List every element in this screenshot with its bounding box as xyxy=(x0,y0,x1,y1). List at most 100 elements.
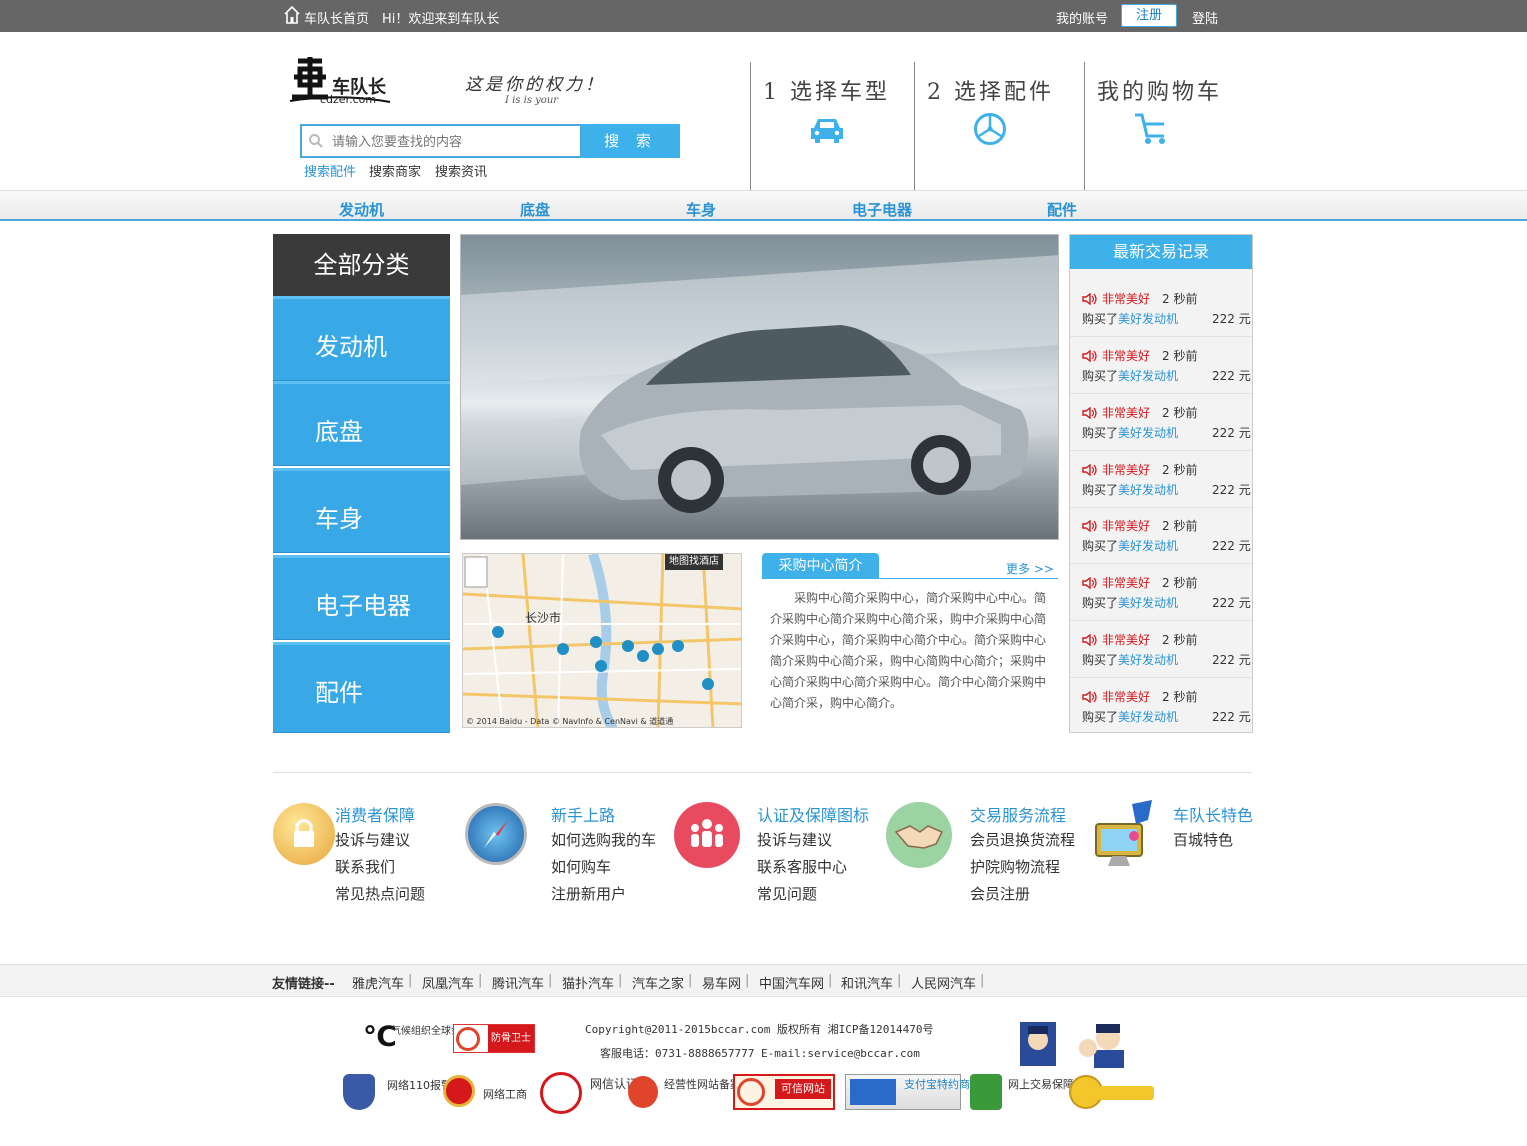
welcome-text: Hi！欢迎来到车队长 xyxy=(382,12,500,27)
transaction-user: 非常美好 xyxy=(1102,406,1151,420)
climate-org-badge[interactable]: ℃ 气候组织全球会员 xyxy=(363,1020,471,1054)
step-select-model[interactable]: 1 选择车型 xyxy=(750,62,914,190)
step-select-model-label: 1 选择车型 xyxy=(763,80,890,105)
step-select-parts[interactable]: 2 选择配件 xyxy=(914,62,1084,190)
service-link[interactable]: 投诉与建议 xyxy=(335,829,410,850)
transaction-row[interactable]: 非常美好 2 秒前 购买了美好发动机 222 元 xyxy=(1070,507,1252,564)
transaction-user: 非常美好 xyxy=(1102,463,1151,477)
transaction-bought: 购买了 xyxy=(1082,596,1119,610)
transaction-user: 非常美好 xyxy=(1102,576,1151,590)
service-link[interactable]: 联系客服中心 xyxy=(757,856,847,877)
service-link[interactable]: 护院购物流程 xyxy=(970,856,1060,877)
friend-link[interactable]: 和讯汽车 xyxy=(841,973,893,992)
contact-text: 客服电话：0731-8888657777 E-mail:service@bcca… xyxy=(600,1047,920,1060)
transaction-row[interactable]: 非常美好 2 秒前 购买了美好发动机 222 元 xyxy=(1070,280,1252,337)
search-tab-parts[interactable]: 搜索配件 xyxy=(304,161,356,180)
service-link[interactable]: 常见问题 xyxy=(757,883,817,904)
transactions-panel: 最新交易记录 非常美好 2 秒前 购买了美好发动机 222 元非常美好 2 秒前 购买了美… xyxy=(1069,234,1253,733)
link-separator: | xyxy=(745,973,750,988)
transaction-product-link[interactable]: 美好发动机 xyxy=(1118,539,1178,553)
logo[interactable]: 车队长 cdzer.com xyxy=(289,55,395,107)
transaction-row[interactable]: 非常美好 2 秒前 购买了美好发动机 222 元 xyxy=(1070,451,1252,508)
transaction-time: 2 秒前 xyxy=(1162,690,1198,704)
transaction-price: 222 元 xyxy=(1212,483,1251,497)
transaction-row[interactable]: 非常美好 2 秒前 购买了美好发动机 222 元 xyxy=(1070,678,1252,735)
map-hotel-button[interactable]: 地图找酒店 xyxy=(665,554,723,570)
my-account-link[interactable]: 我的账号 xyxy=(1056,8,1108,27)
intro-text: 采购中心简介采购中心，简介采购中心中心。简介采购中心简介采购中心简介采，购中介采… xyxy=(770,591,1047,710)
friend-link[interactable]: 易车网 xyxy=(702,973,741,992)
home-icon[interactable] xyxy=(284,5,300,24)
service-link[interactable]: 会员注册 xyxy=(970,883,1030,904)
register-button[interactable]: 注册 xyxy=(1121,4,1177,27)
step-cart[interactable]: 我的购物车 xyxy=(1084,62,1244,190)
nav-engine[interactable]: 发动机 xyxy=(339,199,384,220)
transaction-product-link[interactable]: 美好发动机 xyxy=(1118,312,1178,326)
map-city-label: 长沙市 xyxy=(525,611,562,625)
intro-more-link[interactable]: 更多 >> xyxy=(1006,560,1054,577)
nav-chassis[interactable]: 底盘 xyxy=(520,199,550,220)
friend-link[interactable]: 人民网汽车 xyxy=(911,973,976,992)
transaction-bought: 购买了 xyxy=(1082,369,1119,383)
link-separator: | xyxy=(408,973,413,988)
service-link[interactable]: 百城特色 xyxy=(1173,829,1233,850)
category-chassis[interactable]: 底盘 xyxy=(273,381,450,466)
lock-icon xyxy=(273,803,335,865)
link-separator: | xyxy=(618,973,623,988)
guard-badge[interactable]: 防骨卫士 xyxy=(453,1024,535,1053)
transaction-product-link[interactable]: 美好发动机 xyxy=(1118,596,1178,610)
search-input[interactable] xyxy=(332,132,572,152)
trusted-site-badge[interactable]: 可信网站 xyxy=(733,1074,835,1110)
friend-link[interactable]: 雅虎汽车 xyxy=(352,973,404,992)
home-link[interactable]: 车队长首页 xyxy=(304,8,369,27)
service-link[interactable]: 注册新用户 xyxy=(551,883,626,904)
category-label: 底盘 xyxy=(315,418,363,446)
compass-icon xyxy=(465,803,527,865)
transaction-product-link[interactable]: 美好发动机 xyxy=(1118,710,1178,724)
cart-icon xyxy=(1133,112,1169,150)
main-nav: 发动机 底盘 车身 电子电器 配件 xyxy=(0,190,1527,221)
friend-link[interactable]: 汽车之家 xyxy=(632,973,684,992)
search-tab-news[interactable]: 搜索资讯 xyxy=(435,161,487,180)
map[interactable]: 地图找酒店 长沙市 © 2014 Baidu - Data © NavInfo … xyxy=(462,553,742,728)
police-icon[interactable] xyxy=(1018,1020,1136,1070)
friend-link[interactable]: 凤凰汽车 xyxy=(422,973,474,992)
service-link[interactable]: 如何购车 xyxy=(551,856,611,877)
transaction-row[interactable]: 非常美好 2 秒前 购买了美好发动机 222 元 xyxy=(1070,337,1252,394)
transaction-product-link[interactable]: 美好发动机 xyxy=(1118,369,1178,383)
service-link[interactable]: 如何选购我的车 xyxy=(551,829,656,850)
banner-image[interactable] xyxy=(460,234,1059,540)
service-link[interactable]: 联系我们 xyxy=(335,856,395,877)
friend-link[interactable]: 中国汽车网 xyxy=(759,973,824,992)
transaction-row[interactable]: 非常美好 2 秒前 购买了美好发动机 222 元 xyxy=(1070,621,1252,678)
service-link[interactable]: 会员退换货流程 xyxy=(970,829,1075,850)
car-banner-illustration xyxy=(461,255,1058,513)
transaction-product-link[interactable]: 美好发动机 xyxy=(1118,483,1178,497)
category-engine[interactable]: 发动机 xyxy=(273,296,450,381)
transaction-row[interactable]: 非常美好 2 秒前 购买了美好发动机 222 元 xyxy=(1070,564,1252,621)
copyright-text: Copyright@2011-2015bccar.com 版权所有 湘ICP备1… xyxy=(585,1023,934,1036)
search-button[interactable]: 搜 索 xyxy=(581,124,680,158)
friend-link[interactable]: 腾讯汽车 xyxy=(492,973,544,992)
transaction-row[interactable]: 非常美好 2 秒前 购买了美好发动机 222 元 xyxy=(1070,394,1252,451)
alipay-badge[interactable]: 支付宝特约商家 xyxy=(845,1074,981,1110)
speaker-icon xyxy=(1082,406,1098,422)
nav-electrical[interactable]: 电子电器 xyxy=(852,199,912,220)
search-box[interactable] xyxy=(300,124,582,158)
category-parts[interactable]: 配件 xyxy=(273,642,450,733)
transaction-user: 非常美好 xyxy=(1102,690,1151,704)
transaction-product-link[interactable]: 美好发动机 xyxy=(1118,653,1178,667)
nav-parts[interactable]: 配件 xyxy=(1047,199,1077,220)
service-link[interactable]: 常见热点问题 xyxy=(335,883,425,904)
category-electrical[interactable]: 电子电器 xyxy=(273,555,450,640)
login-link[interactable]: 登陆 xyxy=(1192,8,1218,27)
friend-link[interactable]: 猫扑汽车 xyxy=(562,973,614,992)
transaction-product-link[interactable]: 美好发动机 xyxy=(1118,426,1178,440)
nav-body[interactable]: 车身 xyxy=(686,199,716,220)
link-separator: | xyxy=(548,973,553,988)
link-separator: | xyxy=(478,973,483,988)
service-link[interactable]: 投诉与建议 xyxy=(757,829,832,850)
search-tab-merchants[interactable]: 搜索商家 xyxy=(369,161,421,180)
credit-logo-icon[interactable] xyxy=(1068,1074,1156,1110)
category-body[interactable]: 车身 xyxy=(273,468,450,553)
